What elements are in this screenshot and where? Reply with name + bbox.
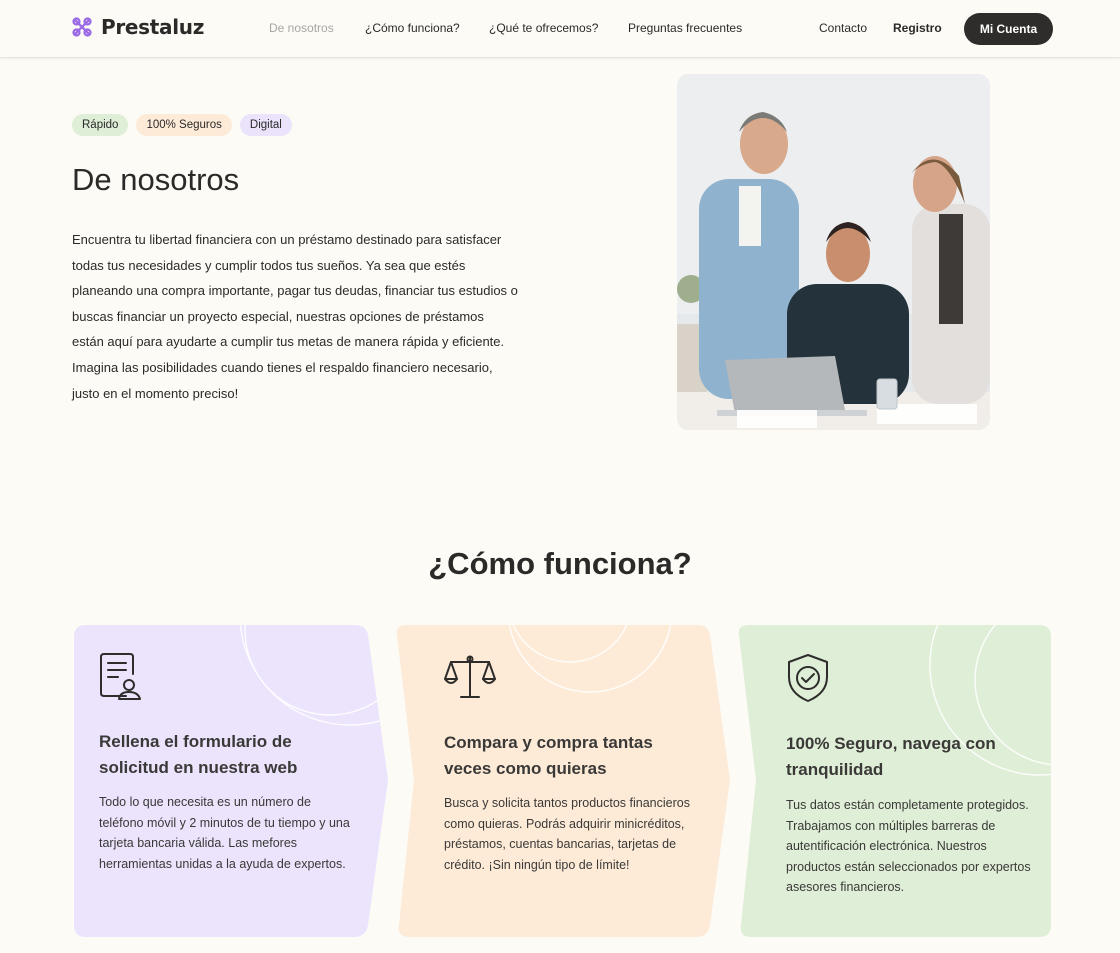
nav-de-nosotros[interactable]: De nosotros xyxy=(269,21,334,35)
about-title: De nosotros xyxy=(72,162,240,197)
tag-seguros: 100% Seguros xyxy=(136,114,232,136)
tag-rapido: Rápido xyxy=(72,114,129,136)
logo-text: Prestaluz xyxy=(101,15,205,39)
nav-que-te-ofrecemos[interactable]: ¿Qué te ofrecemos? xyxy=(489,21,598,35)
logo[interactable]: Prestaluz xyxy=(71,15,204,39)
nav-como-funciona[interactable]: ¿Cómo funciona? xyxy=(365,21,460,35)
scales-icon xyxy=(444,655,496,698)
step-1-title: Rellena el formulario de solicitud en nu… xyxy=(99,732,298,777)
about-description: Encuentra tu libertad financiera con un … xyxy=(72,232,518,401)
step-2-title: Compara y compra tantas veces como quier… xyxy=(444,733,653,778)
logo-icon xyxy=(72,17,92,37)
site-header: Prestaluz De nosotros ¿Cómo funciona? ¿Q… xyxy=(0,0,1120,58)
my-account-button[interactable]: Mi Cuenta xyxy=(964,13,1053,45)
feature-tags: Rápido 100% Seguros Digital xyxy=(72,114,292,136)
nav-contacto[interactable]: Contacto xyxy=(819,21,867,35)
how-it-works-title: ¿Cómo funciona? xyxy=(428,546,692,581)
step-1-text: Todo lo que necesita es un número de tel… xyxy=(99,795,350,871)
tag-digital: Digital xyxy=(239,114,292,136)
step-3-title: 100% Seguro, navega con tranquilidad xyxy=(786,731,1026,783)
shield-check-icon xyxy=(788,654,828,702)
team-photo xyxy=(677,74,990,430)
step-3-text: Tus datos están completamente protegidos… xyxy=(786,798,1031,895)
nav-preguntas-frecuentes[interactable]: Preguntas frecuentes xyxy=(628,21,742,35)
step-3-title-line: 100% Seguro, navega con tranquilidad xyxy=(786,734,996,779)
nav-registro[interactable]: Registro xyxy=(893,21,942,35)
steps-background xyxy=(74,625,1051,937)
form-user-icon xyxy=(100,653,141,700)
step-2-text: Busca y solicita tantos productos financ… xyxy=(444,796,690,872)
